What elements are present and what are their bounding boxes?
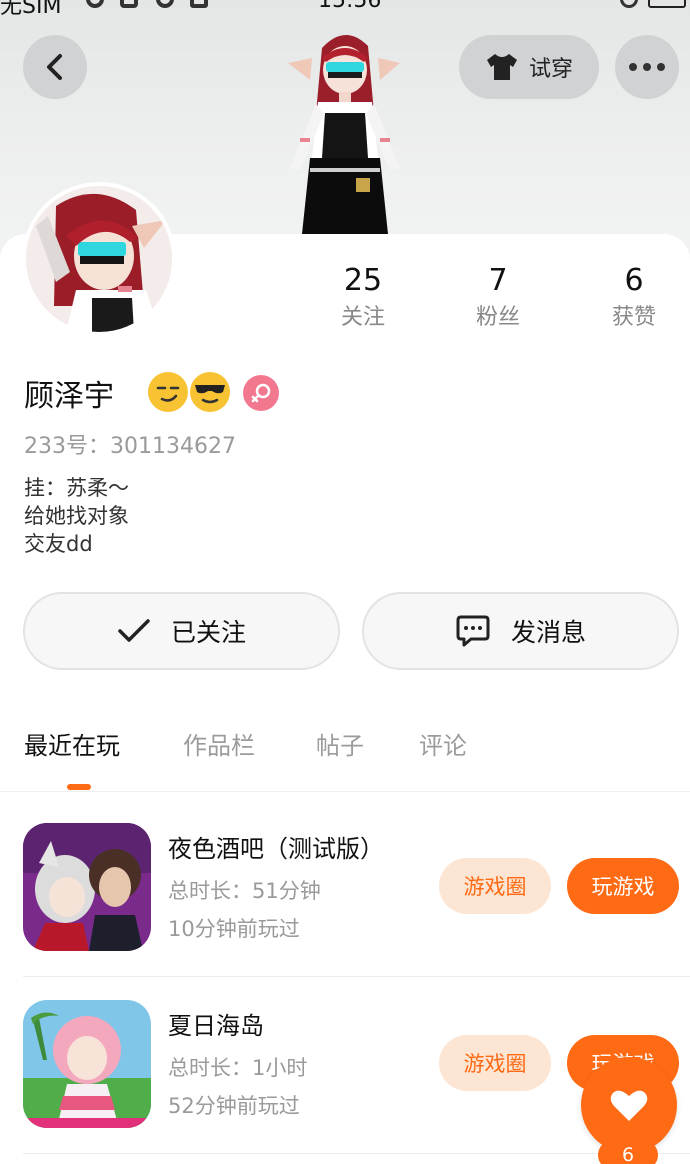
tshirt-icon bbox=[486, 54, 517, 80]
stat-value: 6 bbox=[624, 263, 644, 298]
bio-line: 交友dd bbox=[24, 532, 93, 556]
game-icon bbox=[23, 823, 151, 951]
battery-icon bbox=[648, 0, 686, 8]
game-title: 夏日海岛 bbox=[168, 1012, 264, 1040]
status-bar: 无SIM 15:56 bbox=[0, 0, 690, 19]
more-dots-icon bbox=[629, 63, 665, 71]
divider bbox=[0, 791, 690, 792]
game-last-played: 52分钟前玩过 bbox=[168, 1094, 300, 1118]
stats-row: 25 关注 7 粉丝 6 获赞 bbox=[0, 262, 690, 342]
tab-works[interactable]: 作品栏 bbox=[183, 726, 255, 761]
tab-comments[interactable]: 评论 bbox=[419, 726, 467, 761]
stat-label: 关注 bbox=[340, 305, 385, 330]
character-model bbox=[288, 34, 400, 234]
profile-tabs: 最近在玩 作品栏 帖子 评论 bbox=[0, 722, 690, 792]
status-icon bbox=[120, 0, 138, 8]
try-on-label: 试穿 bbox=[528, 57, 573, 82]
status-icon bbox=[156, 0, 174, 8]
following-button[interactable]: 已关注 bbox=[23, 592, 340, 670]
heart-icon bbox=[610, 1090, 648, 1121]
divider bbox=[23, 976, 690, 977]
bio-line: 挂：苏柔～ bbox=[24, 476, 129, 500]
status-icon bbox=[86, 0, 104, 8]
chat-bubble-icon bbox=[456, 615, 490, 647]
bio-line: 给她找对象 bbox=[24, 504, 129, 528]
profile-page: 无SIM 15:56 试穿 25 关注 7 粉丝 6 获赞 顾泽宇 233号：3… bbox=[0, 0, 690, 1164]
sunglasses-emoji-icon bbox=[190, 372, 230, 412]
game-circle-button[interactable]: 游戏圈 bbox=[439, 858, 551, 914]
play-game-button[interactable]: 玩游戏 bbox=[567, 858, 679, 914]
check-icon bbox=[118, 619, 150, 642]
status-time: 15:56 bbox=[318, 0, 382, 13]
user-bio: 挂：苏柔～ 给她找对象 交友dd bbox=[24, 474, 129, 558]
user-name: 顾泽宇 bbox=[24, 379, 114, 414]
game-circle-button[interactable]: 游戏圈 bbox=[439, 1035, 551, 1091]
stat-label: 粉丝 bbox=[475, 305, 520, 330]
like-count-badge: 6 bbox=[598, 1140, 658, 1164]
stat-label: 获赞 bbox=[611, 305, 656, 330]
badge-emojis bbox=[148, 372, 230, 412]
female-icon bbox=[243, 375, 279, 411]
tab-posts[interactable]: 帖子 bbox=[316, 726, 364, 761]
game-icon bbox=[23, 1000, 151, 1128]
active-tab-indicator bbox=[67, 784, 91, 790]
stat-value: 7 bbox=[488, 263, 508, 298]
following-label: 已关注 bbox=[170, 618, 246, 647]
stat-fans[interactable]: 7 粉丝 bbox=[443, 262, 553, 336]
tab-recent-played[interactable]: 最近在玩 bbox=[24, 726, 120, 761]
stat-following[interactable]: 25 关注 bbox=[308, 262, 418, 336]
status-icon bbox=[190, 0, 208, 8]
stat-likes[interactable]: 6 获赞 bbox=[579, 262, 689, 336]
name-row: 顾泽宇 bbox=[24, 370, 114, 416]
divider bbox=[23, 1153, 690, 1154]
try-on-button[interactable]: 试穿 bbox=[459, 35, 599, 99]
game-item[interactable]: 夜色酒吧（测试版） 总时长：51分钟 10分钟前玩过 游戏圈 玩游戏 bbox=[0, 823, 690, 999]
chevron-left-icon bbox=[47, 54, 62, 80]
stat-value: 25 bbox=[343, 263, 383, 298]
user-id: 233号：301134627 bbox=[24, 434, 236, 459]
carrier-label: 无SIM bbox=[0, 0, 62, 19]
smirk-emoji-icon bbox=[148, 372, 188, 412]
send-message-label: 发消息 bbox=[510, 618, 586, 647]
send-message-button[interactable]: 发消息 bbox=[362, 592, 679, 670]
like-button[interactable] bbox=[581, 1057, 677, 1153]
game-title: 夜色酒吧（测试版） bbox=[168, 835, 384, 863]
game-duration: 总时长：51分钟 bbox=[168, 879, 321, 903]
wifi-icon bbox=[620, 0, 638, 8]
back-button[interactable] bbox=[23, 35, 87, 99]
more-button[interactable] bbox=[615, 35, 679, 99]
game-duration: 总时长：1小时 bbox=[168, 1056, 308, 1080]
game-last-played: 10分钟前玩过 bbox=[168, 917, 300, 941]
